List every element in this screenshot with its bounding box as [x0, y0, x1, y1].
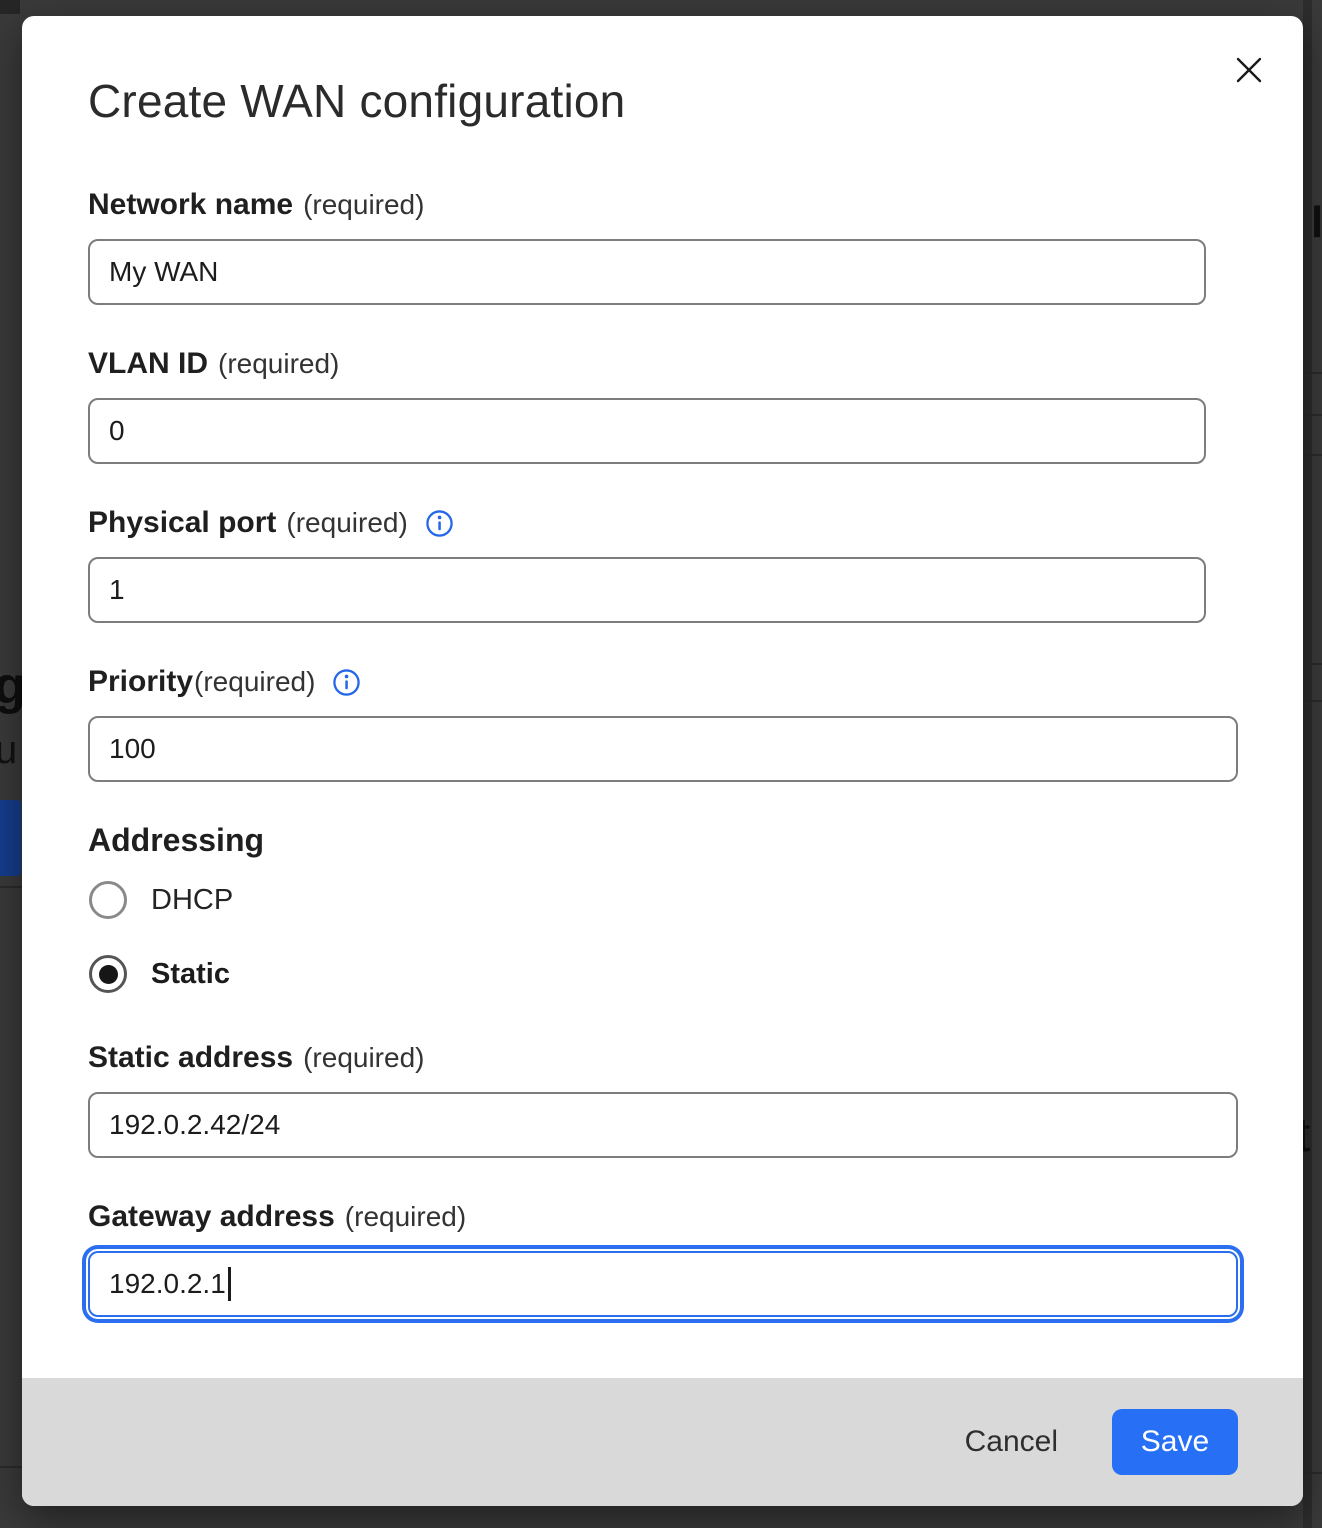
network-name-input[interactable]: My WAN	[88, 239, 1206, 305]
save-button[interactable]: Save	[1112, 1409, 1238, 1475]
priority-field-group: Priority (required) 100	[88, 663, 1238, 782]
vlan-id-label: VLAN ID (required)	[88, 345, 1238, 383]
background-text-fragment: l	[1311, 198, 1322, 248]
addressing-heading: Addressing	[88, 822, 1238, 859]
physical-port-label: Physical port (required)	[88, 504, 1238, 542]
vlan-id-field-group: VLAN ID (required) 0	[88, 345, 1238, 464]
network-name-field-group: Network name (required) My WAN	[88, 186, 1238, 305]
required-hint: (required)	[303, 186, 424, 224]
dialog-footer: Cancel Save	[22, 1378, 1303, 1506]
background-divider	[0, 1466, 22, 1468]
background-button-fragment	[0, 800, 21, 876]
info-icon[interactable]	[332, 668, 361, 697]
background-divider	[1303, 663, 1322, 665]
dialog-body: Create WAN configuration Network name (r…	[22, 16, 1303, 1378]
addressing-option-static[interactable]: Static	[89, 955, 1238, 993]
required-hint: (required)	[286, 504, 407, 542]
gateway-address-label: Gateway address (required)	[88, 1198, 1238, 1236]
background-divider	[1303, 372, 1322, 374]
priority-label: Priority (required)	[88, 663, 1238, 701]
vlan-id-input[interactable]: 0	[88, 398, 1206, 464]
text-cursor	[228, 1267, 231, 1301]
network-name-label: Network name (required)	[88, 186, 1238, 224]
close-icon[interactable]	[1231, 52, 1267, 88]
static-address-input[interactable]: 192.0.2.42/24	[88, 1092, 1238, 1158]
gateway-address-input[interactable]: 192.0.2.1	[88, 1251, 1238, 1317]
radio-label: Static	[151, 958, 230, 991]
background-divider	[1303, 454, 1322, 456]
cancel-button[interactable]: Cancel	[961, 1425, 1062, 1459]
static-address-field-group: Static address (required) 192.0.2.42/24	[88, 1039, 1238, 1158]
static-address-label: Static address (required)	[88, 1039, 1238, 1077]
background-divider	[0, 886, 22, 888]
background-overlay-top-left-corner	[0, 0, 20, 14]
dialog-title: Create WAN configuration	[88, 74, 1238, 128]
required-hint: (required)	[345, 1198, 466, 1236]
required-hint: (required)	[194, 663, 315, 701]
physical-port-field-group: Physical port (required) 1	[88, 504, 1238, 623]
required-hint: (required)	[218, 345, 339, 383]
physical-port-input[interactable]: 1	[88, 557, 1206, 623]
background-divider	[1303, 1472, 1322, 1474]
info-icon[interactable]	[425, 509, 454, 538]
background-divider	[1303, 414, 1322, 416]
radio-unselected-icon	[89, 881, 127, 919]
background-divider	[1303, 700, 1322, 702]
addressing-option-dhcp[interactable]: DHCP	[89, 881, 1238, 919]
radio-selected-icon	[89, 955, 127, 993]
required-hint: (required)	[303, 1039, 424, 1077]
create-wan-configuration-dialog: Create WAN configuration Network name (r…	[22, 16, 1303, 1506]
background-text-fragment: u	[0, 728, 17, 773]
priority-input[interactable]: 100	[88, 716, 1238, 782]
radio-label: DHCP	[151, 884, 233, 917]
gateway-address-field-group: Gateway address (required) 192.0.2.1	[88, 1198, 1238, 1317]
